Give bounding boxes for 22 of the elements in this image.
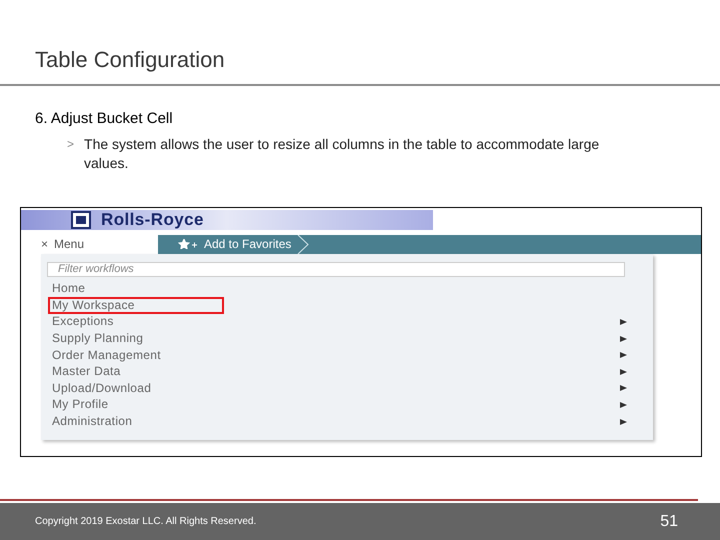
menu-item[interactable]: Master Data: [48, 363, 125, 380]
add-favorites-button[interactable]: Add to Favorites: [178, 234, 324, 254]
slide-title: Table Configuration: [35, 46, 225, 74]
menu-item[interactable]: Supply Planning: [48, 330, 148, 348]
menu-item[interactable]: My Profile: [48, 396, 112, 414]
bullet-text: The system allows the user to resize all columns in the table to accommodate large values.: [84, 134, 600, 172]
menu-item[interactable]: My Workspace: [48, 296, 224, 314]
star-plus-icon: [178, 239, 198, 249]
step-heading: 6. Adjust Bucket Cell: [35, 109, 173, 129]
menu-item[interactable]: Administration: [48, 413, 136, 430]
chevron-icon: [297, 234, 310, 254]
menu-item[interactable]: Order Management: [48, 346, 165, 364]
page-number: 51: [660, 512, 678, 532]
menu-item[interactable]: Home: [48, 280, 90, 298]
brand-name: Rolls-Royce: [101, 208, 204, 231]
menu-toggle[interactable]: × Menu: [21, 234, 158, 254]
copyright-text: Copyright 2019 Exostar LLC. All Rights Reserved.: [35, 515, 256, 529]
bullet-marker: >: [67, 136, 74, 152]
menu-item[interactable]: Exceptions: [48, 313, 118, 330]
logo-icon: [71, 210, 91, 228]
menu-item[interactable]: Upload/Download: [48, 380, 156, 397]
filter-field[interactable]: Filter workflows: [47, 262, 625, 276]
